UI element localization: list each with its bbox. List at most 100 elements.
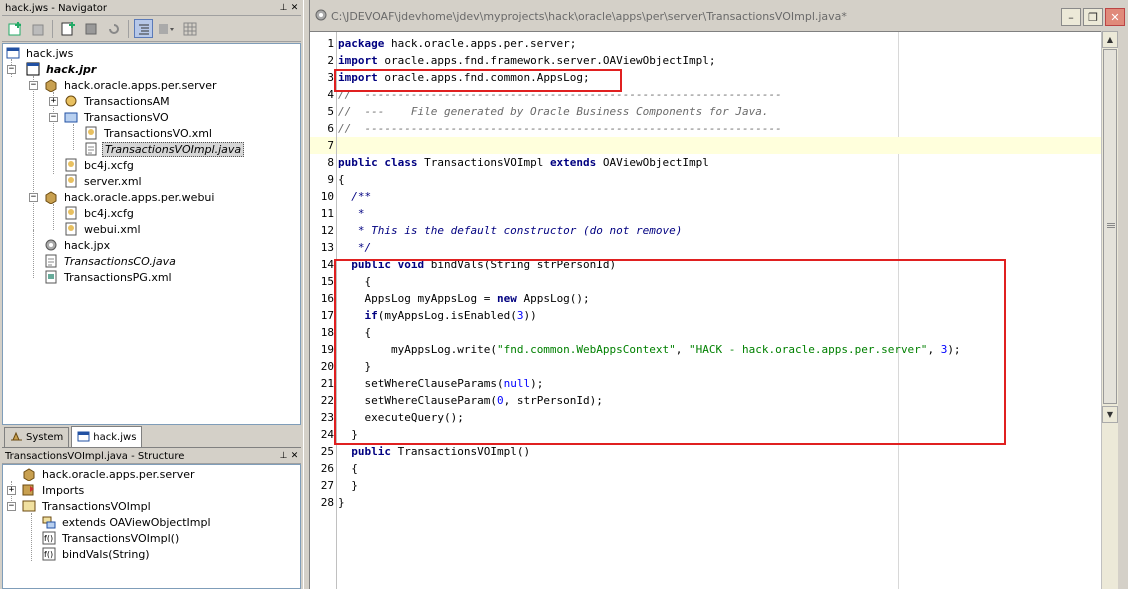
- tree-item-transactions-vo-impl[interactable]: TransactionsVOImpl.java: [83, 141, 245, 157]
- tree-item-package-server[interactable]: hack.oracle.apps.per.server: [43, 77, 219, 93]
- line-number: 22: [320, 394, 334, 407]
- scroll-down-button[interactable]: ▼: [1102, 406, 1118, 423]
- workspace-icon: [77, 430, 90, 445]
- tree-item-server-xml[interactable]: server.xml: [63, 173, 144, 189]
- editor-gear-icon[interactable]: [314, 8, 328, 25]
- code-line[interactable]: 25 public TransactionsVOImpl(): [310, 443, 1101, 460]
- tab-system[interactable]: System: [4, 427, 70, 447]
- code-line[interactable]: 13 */: [310, 239, 1101, 256]
- code-line[interactable]: 12 * This is the default constructor (do…: [310, 222, 1101, 239]
- code-line[interactable]: 8 public class TransactionsVOImpl extends…: [310, 154, 1101, 171]
- expand-icon[interactable]: +: [49, 97, 58, 106]
- code-line[interactable]: 27 }: [310, 477, 1101, 494]
- gear-icon: [43, 238, 59, 252]
- line-number: 3: [327, 71, 334, 84]
- editor-title-bar: C:\JDEVOAF\jdevhome\jdev\myprojects\hack…: [310, 5, 1128, 27]
- pin-icon[interactable]: ⊥: [279, 452, 288, 461]
- line-number: 26: [320, 462, 334, 475]
- minimize-button[interactable]: –: [1061, 8, 1081, 26]
- import-highlight-box: [334, 69, 622, 92]
- panel-splitter[interactable]: [303, 0, 310, 589]
- workspace-icon: [5, 46, 21, 60]
- left-panel: hack.jws - Navigator ⊥ ✕ hack.jws − hack…: [0, 0, 303, 589]
- code-line[interactable]: 2 import oracle.apps.fnd.framework.server…: [310, 52, 1101, 69]
- code-line[interactable]: 5 // --- File generated by Oracle Busines…: [310, 103, 1101, 120]
- code-line[interactable]: 11 *: [310, 205, 1101, 222]
- code-token: hack.oracle.apps.per.server;: [384, 37, 577, 50]
- restore-button[interactable]: ❐: [1083, 8, 1103, 26]
- code-text-area[interactable]: 1 package hack.oracle.apps.per.server; 2 im…: [310, 31, 1101, 589]
- tree-item-transactions-am[interactable]: TransactionsAM: [63, 93, 172, 109]
- scroll-thumb[interactable]: [1103, 49, 1117, 404]
- navigator-toolbar: [2, 16, 301, 42]
- code-token: * This is the default constructor (do no…: [338, 224, 683, 237]
- grid-view-icon[interactable]: [180, 19, 199, 38]
- collapse-icon[interactable]: −: [7, 502, 16, 511]
- code-token: /**: [338, 190, 372, 203]
- structure-item-extends[interactable]: extends OAViewObjectImpl: [41, 514, 213, 530]
- code-token: OAViewObjectImpl: [596, 156, 709, 169]
- tab-hack-jws[interactable]: hack.jws: [71, 426, 143, 447]
- structure-item-class[interactable]: TransactionsVOImpl: [21, 498, 153, 514]
- collapse-icon[interactable]: −: [29, 193, 38, 202]
- tree-item-webui-xml[interactable]: webui.xml: [63, 221, 143, 237]
- code-line[interactable]: 1 package hack.oracle.apps.per.server;: [310, 35, 1101, 52]
- close-button[interactable]: ✕: [1105, 8, 1125, 26]
- code-line[interactable]: 10 /**: [310, 188, 1101, 205]
- project-icon: [25, 62, 41, 76]
- tree-item-hack-jpx[interactable]: hack.jpx: [43, 237, 112, 253]
- new-icon[interactable]: [5, 19, 24, 38]
- structure-item-package[interactable]: hack.oracle.apps.per.server: [21, 466, 197, 482]
- structure-item-imports[interactable]: Imports: [21, 482, 86, 498]
- java-file-icon: [43, 254, 59, 268]
- code-line[interactable]: 9{: [310, 171, 1101, 188]
- code-text: public TransactionsVOImpl(): [338, 443, 530, 460]
- code-text: // --- File generated by Oracle Business…: [338, 103, 768, 120]
- pin-icon[interactable]: ⊥: [279, 4, 288, 13]
- add-to-project-icon[interactable]: [28, 19, 47, 38]
- tree-item-hack-jws[interactable]: hack.jws: [5, 45, 75, 61]
- close-icon[interactable]: ✕: [290, 452, 299, 461]
- navigator-tree[interactable]: hack.jws − hack.jpr − hack.oracle.apps.p…: [2, 43, 301, 425]
- tree-item-package-webui[interactable]: hack.oracle.apps.per.webui: [43, 189, 216, 205]
- tree-item-bc4j-xcfg-webui[interactable]: bc4j.xcfg: [63, 205, 136, 221]
- structure-tree[interactable]: hack.oracle.apps.per.server + Imports − …: [2, 464, 301, 589]
- sort-icon[interactable]: [157, 19, 176, 38]
- code-line[interactable]: 7: [310, 137, 1101, 154]
- tree-item-transactions-co[interactable]: TransactionsCO.java: [43, 253, 178, 269]
- line-number: 7: [327, 139, 334, 152]
- tree-item-bc4j-xcfg-server[interactable]: bc4j.xcfg: [63, 157, 136, 173]
- code-line[interactable]: 28}: [310, 494, 1101, 511]
- scroll-up-button[interactable]: ▲: [1102, 31, 1118, 48]
- close-icon[interactable]: ✕: [290, 4, 299, 13]
- line-number: 24: [320, 428, 334, 441]
- structure-item-constructor[interactable]: f() TransactionsVOImpl(): [41, 530, 181, 546]
- collapse-icon[interactable]: −: [49, 113, 58, 122]
- code-text: package hack.oracle.apps.per.server;: [338, 35, 576, 52]
- line-number: 12: [320, 224, 334, 237]
- new-workspace-icon[interactable]: [58, 19, 77, 38]
- code-token: package: [338, 37, 385, 50]
- line-number: 23: [320, 411, 334, 424]
- toggle-directories-icon[interactable]: [134, 19, 153, 38]
- tree-item-hack-jpr[interactable]: hack.jpr: [25, 61, 98, 77]
- code-token: import: [338, 54, 378, 67]
- code-token: TransactionsVOImpl(): [391, 445, 531, 458]
- svg-text:f(): f(): [44, 550, 53, 559]
- collapse-icon[interactable]: −: [7, 65, 16, 74]
- vertical-scrollbar[interactable]: ▲ ▼: [1101, 31, 1118, 589]
- save-icon[interactable]: [81, 19, 100, 38]
- tree-item-transactions-pg[interactable]: TransactionsPG.xml: [43, 269, 174, 285]
- tree-item-transactions-vo[interactable]: TransactionsVO: [63, 109, 171, 125]
- code-line[interactable]: 26 {: [310, 460, 1101, 477]
- code-text: import oracle.apps.fnd.framework.server.…: [338, 52, 716, 69]
- structure-item-bindvals[interactable]: f() bindVals(String): [41, 546, 152, 562]
- tree-item-transactions-vo-xml[interactable]: TransactionsVO.xml: [83, 125, 214, 141]
- expand-icon[interactable]: +: [7, 486, 16, 495]
- line-number: 9: [327, 173, 334, 186]
- line-number: 6: [327, 122, 334, 135]
- refresh-icon[interactable]: [104, 19, 123, 38]
- collapse-icon[interactable]: −: [29, 81, 38, 90]
- code-line[interactable]: 6 // ------------------------------------…: [310, 120, 1101, 137]
- line-number: 25: [320, 445, 334, 458]
